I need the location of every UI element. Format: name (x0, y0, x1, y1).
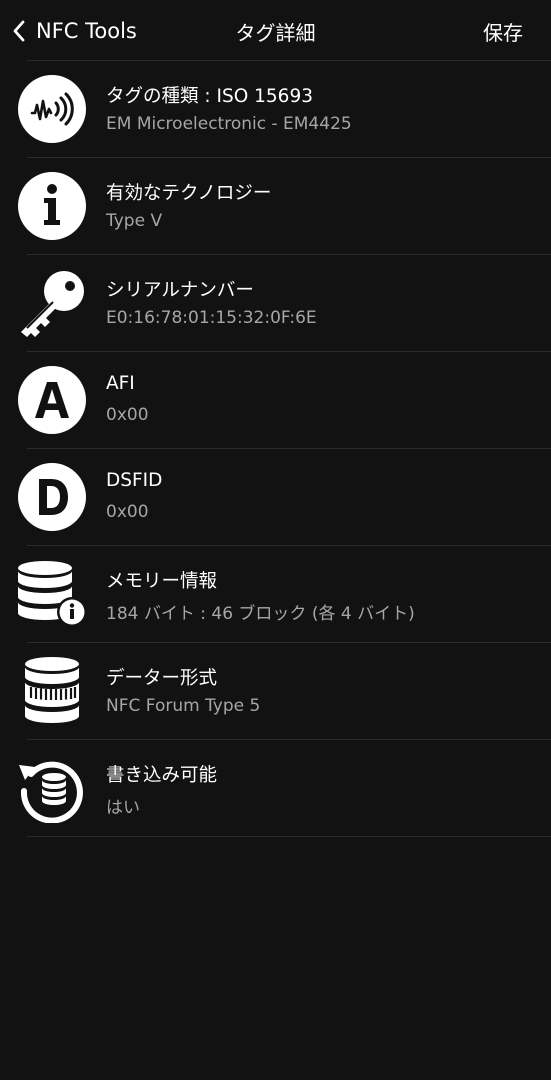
item-title: 書き込み可能 (106, 765, 218, 786)
database-refresh-icon (17, 753, 87, 823)
list-item-serial-number[interactable]: シリアルナンバー E0:16:78:01:15:32:0F:6E (21, 254, 551, 351)
chevron-left-icon (13, 20, 25, 42)
item-value: EM Microelectronic - EM4425 (106, 114, 352, 134)
nfc-tag-icon (17, 74, 87, 144)
list-item-technologies[interactable]: 有効なテクノロジー Type V (18, 157, 551, 254)
item-title: データー形式 (106, 668, 218, 689)
navigation-bar: NFC Tools タグ詳細 保存 (0, 0, 551, 60)
info-icon (17, 171, 87, 241)
list-item-afi[interactable]: AFI 0x00 (18, 351, 551, 448)
list-item-dsfid[interactable]: DSFID 0x00 (18, 448, 551, 545)
list-item-data-format[interactable]: データー形式 NFC Forum Type 5 (25, 642, 551, 739)
item-value: Type V (106, 211, 163, 231)
item-value: はい (106, 798, 140, 818)
database-info-icon (17, 559, 87, 629)
list-item-memory-info[interactable]: メモリー情報 184 バイト : 46 ブロック (各 4 バイト) (18, 545, 551, 642)
item-title: タグの種類 : ISO 15693 (106, 86, 313, 107)
item-value: E0:16:78:01:15:32:0F:6E (106, 308, 317, 328)
item-title: メモリー情報 (106, 571, 218, 592)
item-title: DSFID (106, 470, 163, 491)
item-title: AFI (106, 373, 135, 394)
tag-details-list: タグの種類 : ISO 15693 EM Microelectronic - E… (0, 60, 551, 837)
item-value: 0x00 (106, 502, 149, 522)
item-title: シリアルナンバー (106, 280, 254, 301)
letter-a-icon (17, 365, 87, 435)
back-button[interactable]: NFC Tools (12, 14, 137, 48)
item-value: 184 バイト : 46 ブロック (各 4 バイト) (106, 604, 415, 624)
key-icon (17, 268, 87, 338)
item-value: 0x00 (106, 405, 149, 425)
item-title: 有効なテクノロジー (106, 183, 272, 204)
item-value: NFC Forum Type 5 (106, 696, 261, 716)
database-format-icon (17, 656, 87, 726)
save-button[interactable]: 保存 (483, 17, 523, 46)
list-item-tag-type[interactable]: タグの種類 : ISO 15693 EM Microelectronic - E… (18, 60, 551, 157)
letter-d-icon (17, 462, 87, 532)
list-item-writable[interactable]: 書き込み可能 はい (19, 739, 551, 837)
back-button-label: NFC Tools (36, 19, 137, 43)
